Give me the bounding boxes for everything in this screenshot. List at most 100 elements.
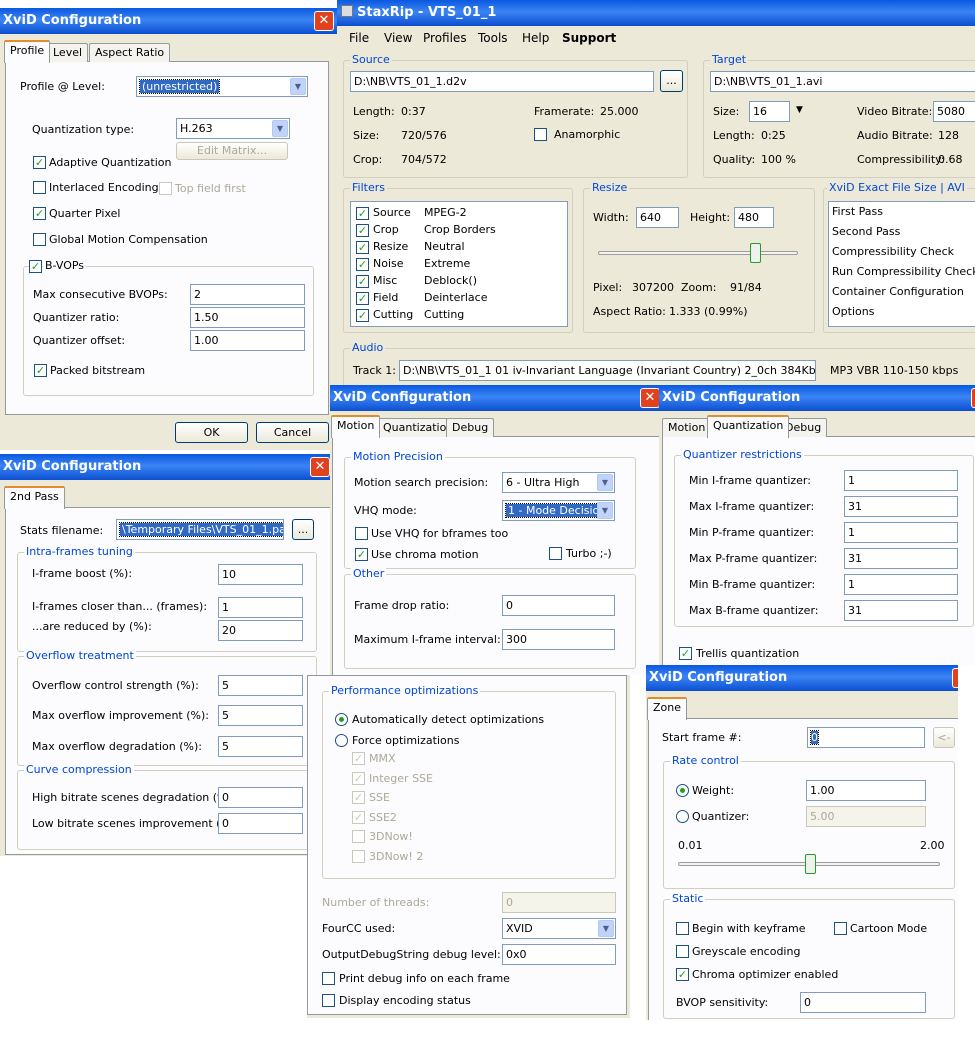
tab-profile[interactable]: Profile <box>4 40 51 63</box>
force-opt-radio[interactable] <box>335 734 348 747</box>
source-path-input[interactable]: D:\NB\VTS_01_1.d2v <box>350 71 654 92</box>
top-field-first-checkbox[interactable] <box>159 182 172 195</box>
display-status-checkbox[interactable] <box>322 994 335 1007</box>
frame-drop-input[interactable]: 0 <box>502 595 615 616</box>
menu-file[interactable]: File <box>349 27 369 49</box>
menu-support[interactable]: Support <box>562 27 616 49</box>
debug-level-input[interactable]: 0x0 <box>502 944 616 965</box>
target-size-input[interactable]: 16 <box>749 101 790 122</box>
close-icon[interactable]: ✕ <box>310 457 330 477</box>
q-offset-input[interactable]: 1.00 <box>190 330 305 351</box>
quantizer-input[interactable]: 31 <box>844 496 958 517</box>
start-frame-input[interactable]: 0 <box>807 727 925 748</box>
greyscale-checkbox[interactable] <box>676 945 689 958</box>
filter-checkbox[interactable]: ✓ <box>356 258 369 271</box>
filter-checkbox[interactable]: ✓ <box>356 309 369 322</box>
tab-level[interactable]: Level <box>47 43 89 62</box>
print-debug-checkbox[interactable] <box>322 972 335 985</box>
xvid-option-item[interactable]: First Pass <box>832 205 883 218</box>
weight-radio[interactable] <box>676 784 689 797</box>
video-bitrate-input[interactable]: 5080 <box>933 101 975 122</box>
xvid-option-item[interactable]: Run Compressibility Check <box>832 265 975 278</box>
chroma-motion-checkbox[interactable]: ✓ <box>355 548 368 561</box>
edit-matrix-button[interactable]: Edit Matrix... <box>176 142 288 160</box>
max-iframe-interval-input[interactable]: 300 <box>502 629 615 650</box>
width-input[interactable]: 640 <box>636 207 679 228</box>
quantizer-input[interactable]: 1 <box>844 470 958 491</box>
filter-checkbox[interactable]: ✓ <box>356 275 369 288</box>
quantizer-input[interactable]: 31 <box>844 548 958 569</box>
filter-checkbox[interactable]: ✓ <box>356 207 369 220</box>
high-bitrate-input[interactable]: 0 <box>218 787 303 808</box>
resize-slider-thumb[interactable] <box>750 243 761 263</box>
quantizer-input[interactable]: 1 <box>844 574 958 595</box>
optimization-checkbox[interactable]: ✓ <box>352 810 365 824</box>
tab-motion[interactable]: Motion <box>662 418 712 437</box>
xvid-option-item[interactable]: Options <box>832 305 874 318</box>
iframe-boost-input[interactable]: 10 <box>218 564 303 585</box>
tab-quantization[interactable]: Quantization <box>707 415 790 438</box>
adaptive-quant-checkbox[interactable]: ✓ <box>33 156 46 169</box>
vhq-mode-select[interactable]: 1 - Mode Decision ▼ <box>502 500 615 521</box>
close-icon[interactable]: ✕ <box>314 11 334 31</box>
menu-view[interactable]: View <box>384 27 412 49</box>
cartoon-mode-checkbox[interactable] <box>834 922 847 935</box>
quarter-pixel-checkbox[interactable]: ✓ <box>33 207 46 220</box>
xvid-option-item[interactable]: Container Configuration <box>832 285 964 298</box>
vhq-bframes-checkbox[interactable] <box>355 527 368 540</box>
tab-2nd-pass[interactable]: 2nd Pass <box>4 486 65 509</box>
xvid-options-list[interactable]: First Pass Second Pass Compressibility Che… <box>828 201 975 327</box>
quantizer-radio[interactable] <box>676 810 689 823</box>
close-icon[interactable]: ✕ <box>952 668 958 688</box>
back-arrow-button[interactable]: <- <box>933 727 955 748</box>
close-icon[interactable]: ✕ <box>640 388 660 408</box>
low-bitrate-input[interactable]: 0 <box>218 813 303 834</box>
iframe-closer-input[interactable]: 1 <box>218 597 303 618</box>
stats-browse-button[interactable]: ... <box>292 519 314 540</box>
target-size-dropdown-icon[interactable]: ▼ <box>796 105 803 115</box>
tab-zone[interactable]: Zone <box>647 697 688 720</box>
cancel-button[interactable]: Cancel <box>256 422 329 443</box>
tab-aspect-ratio[interactable]: Aspect Ratio <box>89 43 171 62</box>
xvid-option-item[interactable]: Compressibility Check <box>832 245 954 258</box>
menu-help[interactable]: Help <box>522 27 549 49</box>
weight-input[interactable]: 1.00 <box>806 780 926 801</box>
optimization-checkbox[interactable]: ✓ <box>352 791 365 804</box>
threads-input[interactable]: 0 <box>502 892 616 913</box>
packed-bitstream-checkbox[interactable]: ✓ <box>34 364 47 377</box>
source-browse-button[interactable]: ... <box>660 70 683 92</box>
audio-track-input[interactable]: D:\NB\VTS_01_1 01 iv-Invariant Language … <box>399 360 816 381</box>
quantizer-input[interactable]: 31 <box>844 600 958 621</box>
interlaced-checkbox[interactable] <box>33 181 46 194</box>
height-input[interactable]: 480 <box>734 207 774 228</box>
iframe-reduce-input[interactable]: 20 <box>218 620 303 641</box>
keyframe-checkbox[interactable] <box>676 922 689 935</box>
optimization-checkbox[interactable]: ✓ <box>352 771 365 785</box>
filter-checkbox[interactable]: ✓ <box>356 292 369 305</box>
turbo-checkbox[interactable] <box>549 547 562 560</box>
quant-type-select[interactable]: H.263 ▼ <box>176 118 290 139</box>
menu-profiles[interactable]: Profiles <box>423 27 467 49</box>
q-ratio-input[interactable]: 1.50 <box>190 307 305 328</box>
overflow-control-input[interactable]: 5 <box>218 675 303 696</box>
profile-level-select[interactable]: (unrestricted) ▼ <box>136 76 308 97</box>
trellis-checkbox[interactable]: ✓ <box>679 647 692 660</box>
quantizer-input[interactable]: 5.00 <box>806 806 926 827</box>
overflow-degrade-input[interactable]: 5 <box>218 736 303 757</box>
auto-detect-radio[interactable] <box>335 713 348 726</box>
tab-motion[interactable]: Motion <box>331 415 381 438</box>
menu-tools[interactable]: Tools <box>478 27 508 49</box>
chroma-optimizer-checkbox[interactable]: ✓ <box>676 968 689 981</box>
filter-checkbox[interactable]: ✓ <box>356 241 369 254</box>
overflow-improve-input[interactable]: 5 <box>218 705 303 726</box>
tab-debug[interactable]: Debug <box>446 418 495 437</box>
xvid-option-item[interactable]: Second Pass <box>832 225 900 238</box>
weight-slider-thumb[interactable] <box>805 854 816 874</box>
fourcc-select[interactable]: XVID ▼ <box>502 918 616 939</box>
stats-filename-input[interactable]: \Temporary Files\VTS_01_1.pass <box>116 519 284 540</box>
optimization-checkbox[interactable]: ✓ <box>352 752 365 765</box>
optimization-checkbox[interactable] <box>352 849 365 863</box>
max-bvops-input[interactable]: 2 <box>190 284 305 305</box>
filter-checkbox[interactable]: ✓ <box>356 224 369 237</box>
quantizer-input[interactable]: 1 <box>844 522 958 543</box>
